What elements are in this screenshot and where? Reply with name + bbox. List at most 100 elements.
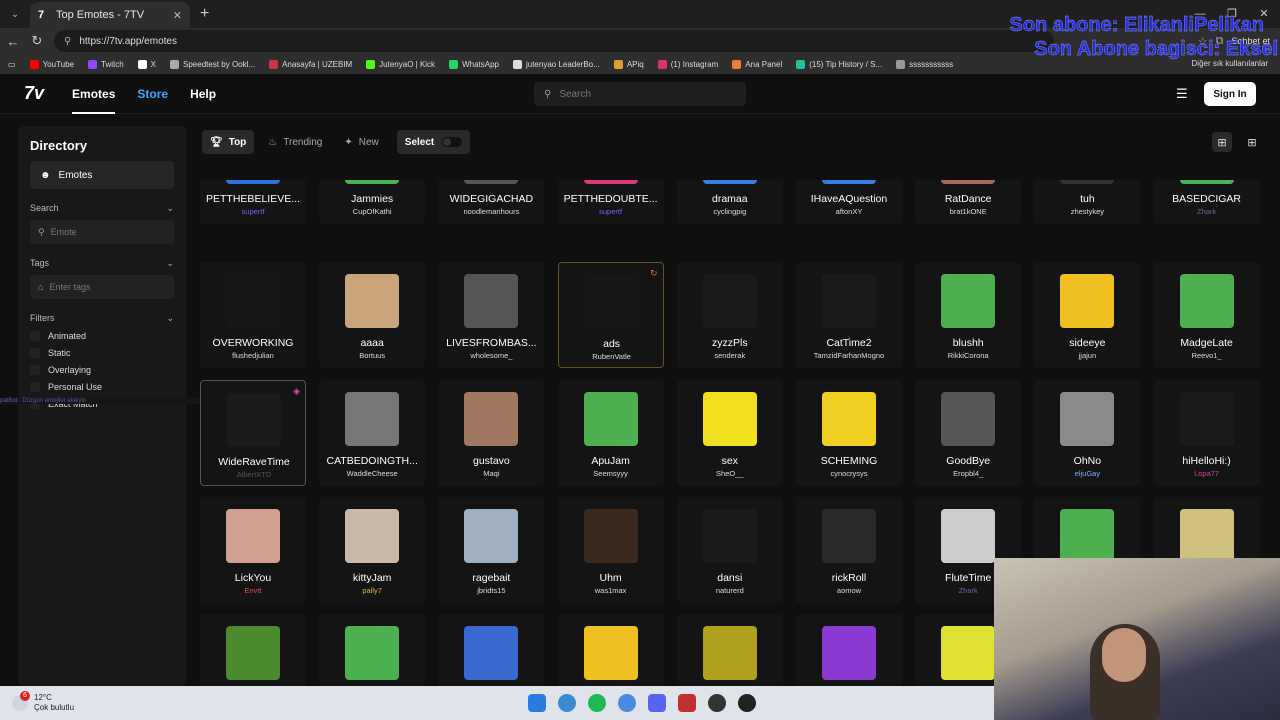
checkbox-box[interactable] bbox=[30, 331, 40, 341]
emote-card[interactable]: tuh zhestykey bbox=[1034, 180, 1141, 224]
search-section-header[interactable]: Search ⌄ bbox=[30, 203, 174, 214]
emote-search-input[interactable]: ⚲ Emote bbox=[30, 220, 174, 244]
chrome-icon[interactable] bbox=[618, 694, 636, 712]
large-grid-view-icon[interactable]: ⊞ bbox=[1212, 132, 1232, 152]
close-tab-icon[interactable]: ✕ bbox=[173, 9, 182, 22]
emote-card[interactable]: IHaveAQuestion aftonXY bbox=[796, 180, 902, 224]
emote-card[interactable]: sideeye jjajun bbox=[1034, 262, 1141, 368]
emote-author[interactable]: zhestykey bbox=[1034, 207, 1140, 216]
tab-new[interactable]: ✦ New bbox=[336, 130, 386, 154]
emote-card[interactable]: kittyJam pally7 bbox=[319, 497, 426, 603]
discord-icon[interactable] bbox=[648, 694, 666, 712]
emote-card[interactable]: rickRoll aomow bbox=[796, 497, 902, 603]
spotify-icon[interactable] bbox=[588, 694, 606, 712]
emote-author[interactable]: Eropbl4_ bbox=[915, 469, 1021, 478]
filter-checkbox[interactable]: Personal Use bbox=[30, 382, 174, 392]
sidebar-item-emotes[interactable]: ☻ Emotes bbox=[30, 161, 174, 189]
start-icon[interactable] bbox=[528, 694, 546, 712]
emote-card[interactable]: zyzzPls senderak bbox=[676, 262, 783, 368]
hamburger-menu-icon[interactable]: ☰ bbox=[1176, 86, 1188, 102]
emote-author[interactable]: aomow bbox=[796, 586, 902, 595]
emote-author[interactable]: Lopa77 bbox=[1154, 469, 1260, 478]
emote-card[interactable]: dramaa cyclingpig bbox=[676, 180, 783, 224]
emote-author[interactable]: jbridts15 bbox=[438, 586, 544, 595]
bookmark-item[interactable]: Twitch bbox=[88, 59, 124, 69]
emote-card[interactable]: SCHEMING cynocrysys bbox=[796, 380, 902, 486]
emote-author[interactable]: noodlemanhours bbox=[438, 207, 544, 216]
checkbox-box[interactable] bbox=[30, 365, 40, 375]
reload-icon[interactable]: ↻ bbox=[26, 33, 48, 49]
weather-widget[interactable]: 6 12°C Çok bulutlu bbox=[12, 691, 74, 713]
emote-author[interactable]: naturerd bbox=[677, 586, 783, 595]
emote-author[interactable]: cynocrysys bbox=[796, 469, 902, 478]
emote-card[interactable]: dansi naturerd bbox=[676, 497, 783, 603]
emote-card[interactable]: ragebait jbridts15 bbox=[438, 497, 545, 603]
tab-trending[interactable]: ♨ Trending bbox=[260, 130, 330, 154]
emote-card[interactable] bbox=[438, 614, 545, 686]
back-icon[interactable]: ← bbox=[2, 34, 24, 49]
emote-author[interactable]: CupOfKathi bbox=[319, 207, 425, 216]
filter-checkbox[interactable]: Animated bbox=[30, 331, 174, 341]
7tv-logo[interactable]: 7ᴠ bbox=[24, 83, 44, 104]
emote-author[interactable]: supertf bbox=[558, 207, 664, 216]
emote-author[interactable]: SheO__ bbox=[677, 469, 783, 478]
emote-card[interactable]: CatTime2 TamzidFarhanMogno bbox=[796, 262, 902, 368]
emote-card[interactable]: ads RubenVatle ↻ bbox=[557, 262, 665, 368]
emote-author[interactable]: senderak bbox=[677, 351, 783, 360]
address-bar[interactable]: ⚲ https://7tv.app/emotes bbox=[54, 30, 1054, 52]
emote-card[interactable]: OVERWORKING flushedjulian bbox=[200, 262, 306, 368]
emote-card[interactable] bbox=[557, 614, 664, 686]
emote-card[interactable]: GoodBye Eropbl4_ bbox=[915, 380, 1022, 486]
tab-top[interactable]: 🏆︎ Top bbox=[202, 130, 255, 154]
bookmark-item[interactable]: (15) Tip History / S... bbox=[796, 59, 882, 69]
select-toggle[interactable]: Select bbox=[396, 130, 471, 154]
bookmark-item[interactable]: sssssssssss bbox=[896, 59, 953, 69]
small-grid-view-icon[interactable]: ⊞ bbox=[1242, 132, 1262, 152]
bookmark-item[interactable]: WhatsApp bbox=[449, 59, 499, 69]
bookmark-item[interactable]: JutenyaO | Kick bbox=[366, 59, 435, 69]
tags-section-header[interactable]: Tags ⌄ bbox=[30, 258, 174, 269]
emote-card[interactable]: gustavo Maqi bbox=[438, 380, 545, 486]
emote-author[interactable]: supertf bbox=[200, 207, 306, 216]
bookmark-item[interactable]: X bbox=[137, 59, 156, 69]
bookmark-item[interactable]: Ana Panel bbox=[732, 59, 782, 69]
emote-author[interactable]: RubenVatle bbox=[559, 352, 665, 361]
emote-author[interactable]: Envtt bbox=[200, 586, 306, 595]
emote-card[interactable]: aaaa Bortuus bbox=[319, 262, 426, 368]
checkbox-box[interactable] bbox=[30, 348, 40, 358]
emote-card[interactable]: LIVESFROMBAS... wholesome_ bbox=[438, 262, 545, 368]
select-switch[interactable] bbox=[442, 137, 463, 147]
emote-author[interactable]: was1max bbox=[558, 586, 664, 595]
emote-card[interactable]: MadgeLate Reevo1_ bbox=[1153, 262, 1260, 368]
browser-tab[interactable]: 7 Top Emotes - 7TV ✕ bbox=[30, 2, 190, 28]
nav-emotes[interactable]: Emotes bbox=[72, 74, 116, 114]
edge-icon[interactable] bbox=[558, 694, 576, 712]
sign-in-button[interactable]: Sign In bbox=[1204, 82, 1256, 106]
emote-author[interactable]: Zhark bbox=[1154, 207, 1260, 216]
tags-input[interactable]: ⌂ Enter tags bbox=[30, 275, 174, 299]
emote-card[interactable] bbox=[200, 614, 306, 686]
bookmark-item[interactable]: YouTube bbox=[29, 59, 74, 69]
bookmark-item[interactable]: (1) Instagram bbox=[657, 59, 718, 69]
bookmark-item[interactable]: APiq bbox=[613, 59, 644, 69]
emote-card[interactable]: RatDance brat1kONE bbox=[915, 180, 1022, 224]
emote-author[interactable]: Maqi bbox=[438, 469, 544, 478]
emote-card[interactable]: blushh RikkiCorona bbox=[915, 262, 1022, 368]
site-info-icon[interactable]: ⚲ bbox=[64, 36, 71, 47]
header-search-input[interactable]: ⚲ Search bbox=[534, 82, 746, 106]
app2-icon[interactable] bbox=[738, 694, 756, 712]
nav-help[interactable]: Help bbox=[190, 87, 216, 101]
emote-card[interactable]: WideRaveTime AlbertXTD ◈ bbox=[200, 380, 306, 486]
emote-card[interactable]: Uhm was1max bbox=[557, 497, 664, 603]
emote-author[interactable]: wholesome_ bbox=[438, 351, 544, 360]
bookmark-item[interactable]: jutenyao LeaderBo... bbox=[512, 59, 600, 69]
emote-author[interactable]: eljuGay bbox=[1034, 469, 1140, 478]
bookmark-item[interactable]: Anasayfa | UZEBIM bbox=[269, 59, 352, 69]
emote-card[interactable]: PETTHEDOUBTE... supertf bbox=[557, 180, 664, 224]
emote-author[interactable]: jjajun bbox=[1034, 351, 1140, 360]
emote-card[interactable]: hiHelloHi:) Lopa77 bbox=[1153, 380, 1260, 486]
app-icon[interactable] bbox=[678, 694, 696, 712]
filter-checkbox[interactable]: Static bbox=[30, 348, 174, 358]
emote-card[interactable]: CATBEDOINGTH... WaddleCheese bbox=[319, 380, 426, 486]
emote-author[interactable]: cyclingpig bbox=[677, 207, 783, 216]
